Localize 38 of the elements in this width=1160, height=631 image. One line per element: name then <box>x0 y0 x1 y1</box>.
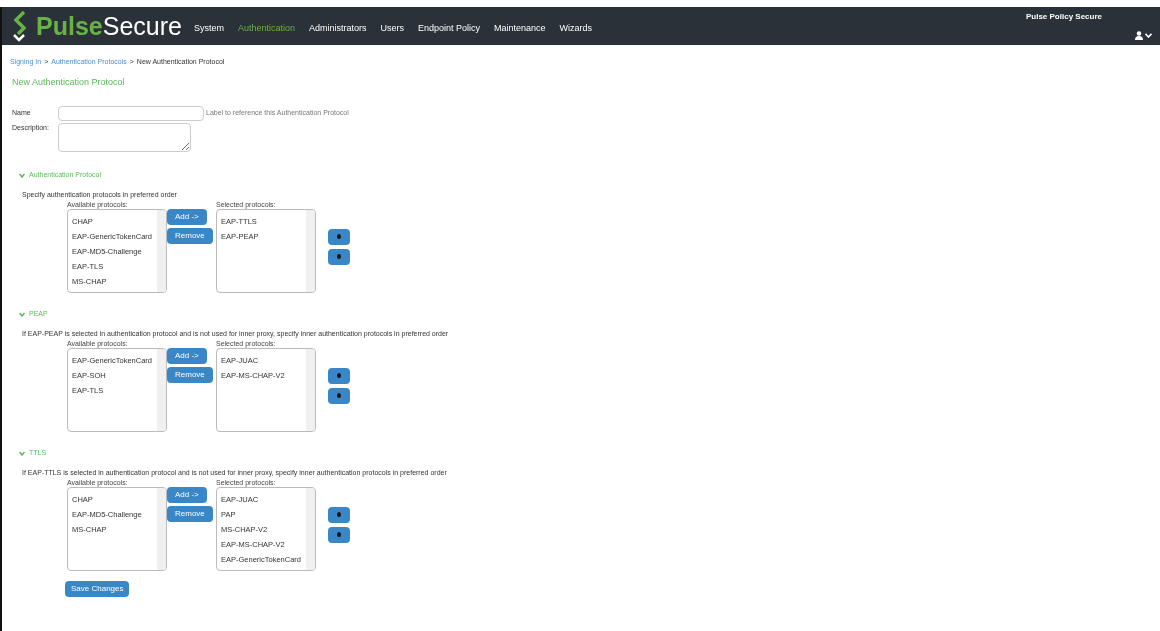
page-title: New Authentication Protocol <box>11 76 125 89</box>
nav-link[interactable]: Wizards <box>559 22 593 36</box>
dot-icon <box>337 254 341 259</box>
dot-icon <box>337 373 341 378</box>
scrollbar[interactable] <box>306 348 315 431</box>
scrollbar[interactable] <box>306 487 315 570</box>
scrollbar[interactable] <box>306 209 315 292</box>
dot-icon <box>337 393 341 398</box>
product-name: Pulse Policy Secure <box>1025 11 1102 23</box>
dot-icon <box>337 512 341 517</box>
remove-button[interactable]: Remove <box>167 505 213 522</box>
add-button[interactable]: Add -> <box>167 208 207 225</box>
remove-button[interactable]: Remove <box>167 227 213 244</box>
move-up-button[interactable] <box>328 228 350 245</box>
logo-text: PulseSecure <box>36 13 182 39</box>
move-down-button[interactable] <box>328 526 350 543</box>
scrollbar[interactable] <box>157 209 166 292</box>
description-input[interactable] <box>58 122 191 152</box>
nav-link[interactable]: Endpoint Policy <box>418 22 481 36</box>
save-changes-button[interactable]: Save Changes <box>65 580 130 597</box>
dot-icon <box>337 532 341 537</box>
nav-link[interactable]: Authentication <box>237 22 295 36</box>
scrollbar[interactable] <box>157 487 166 570</box>
move-down-button[interactable] <box>328 248 350 265</box>
name-input[interactable] <box>58 105 204 121</box>
remove-button[interactable]: Remove <box>167 366 213 383</box>
move-up-button[interactable] <box>328 367 350 384</box>
add-button[interactable]: Add -> <box>167 486 207 503</box>
nav-link[interactable]: Users <box>380 22 404 36</box>
user-icon[interactable] <box>1135 31 1143 40</box>
add-button[interactable]: Add -> <box>167 347 207 364</box>
nav-link[interactable]: Administrators <box>309 22 367 36</box>
move-up-button[interactable] <box>328 506 350 523</box>
nav-link[interactable]: Maintenance <box>494 22 546 36</box>
dot-icon <box>337 234 341 239</box>
scrollbar[interactable] <box>157 348 166 431</box>
nav-link[interactable]: System <box>193 22 224 36</box>
move-down-button[interactable] <box>328 387 350 404</box>
